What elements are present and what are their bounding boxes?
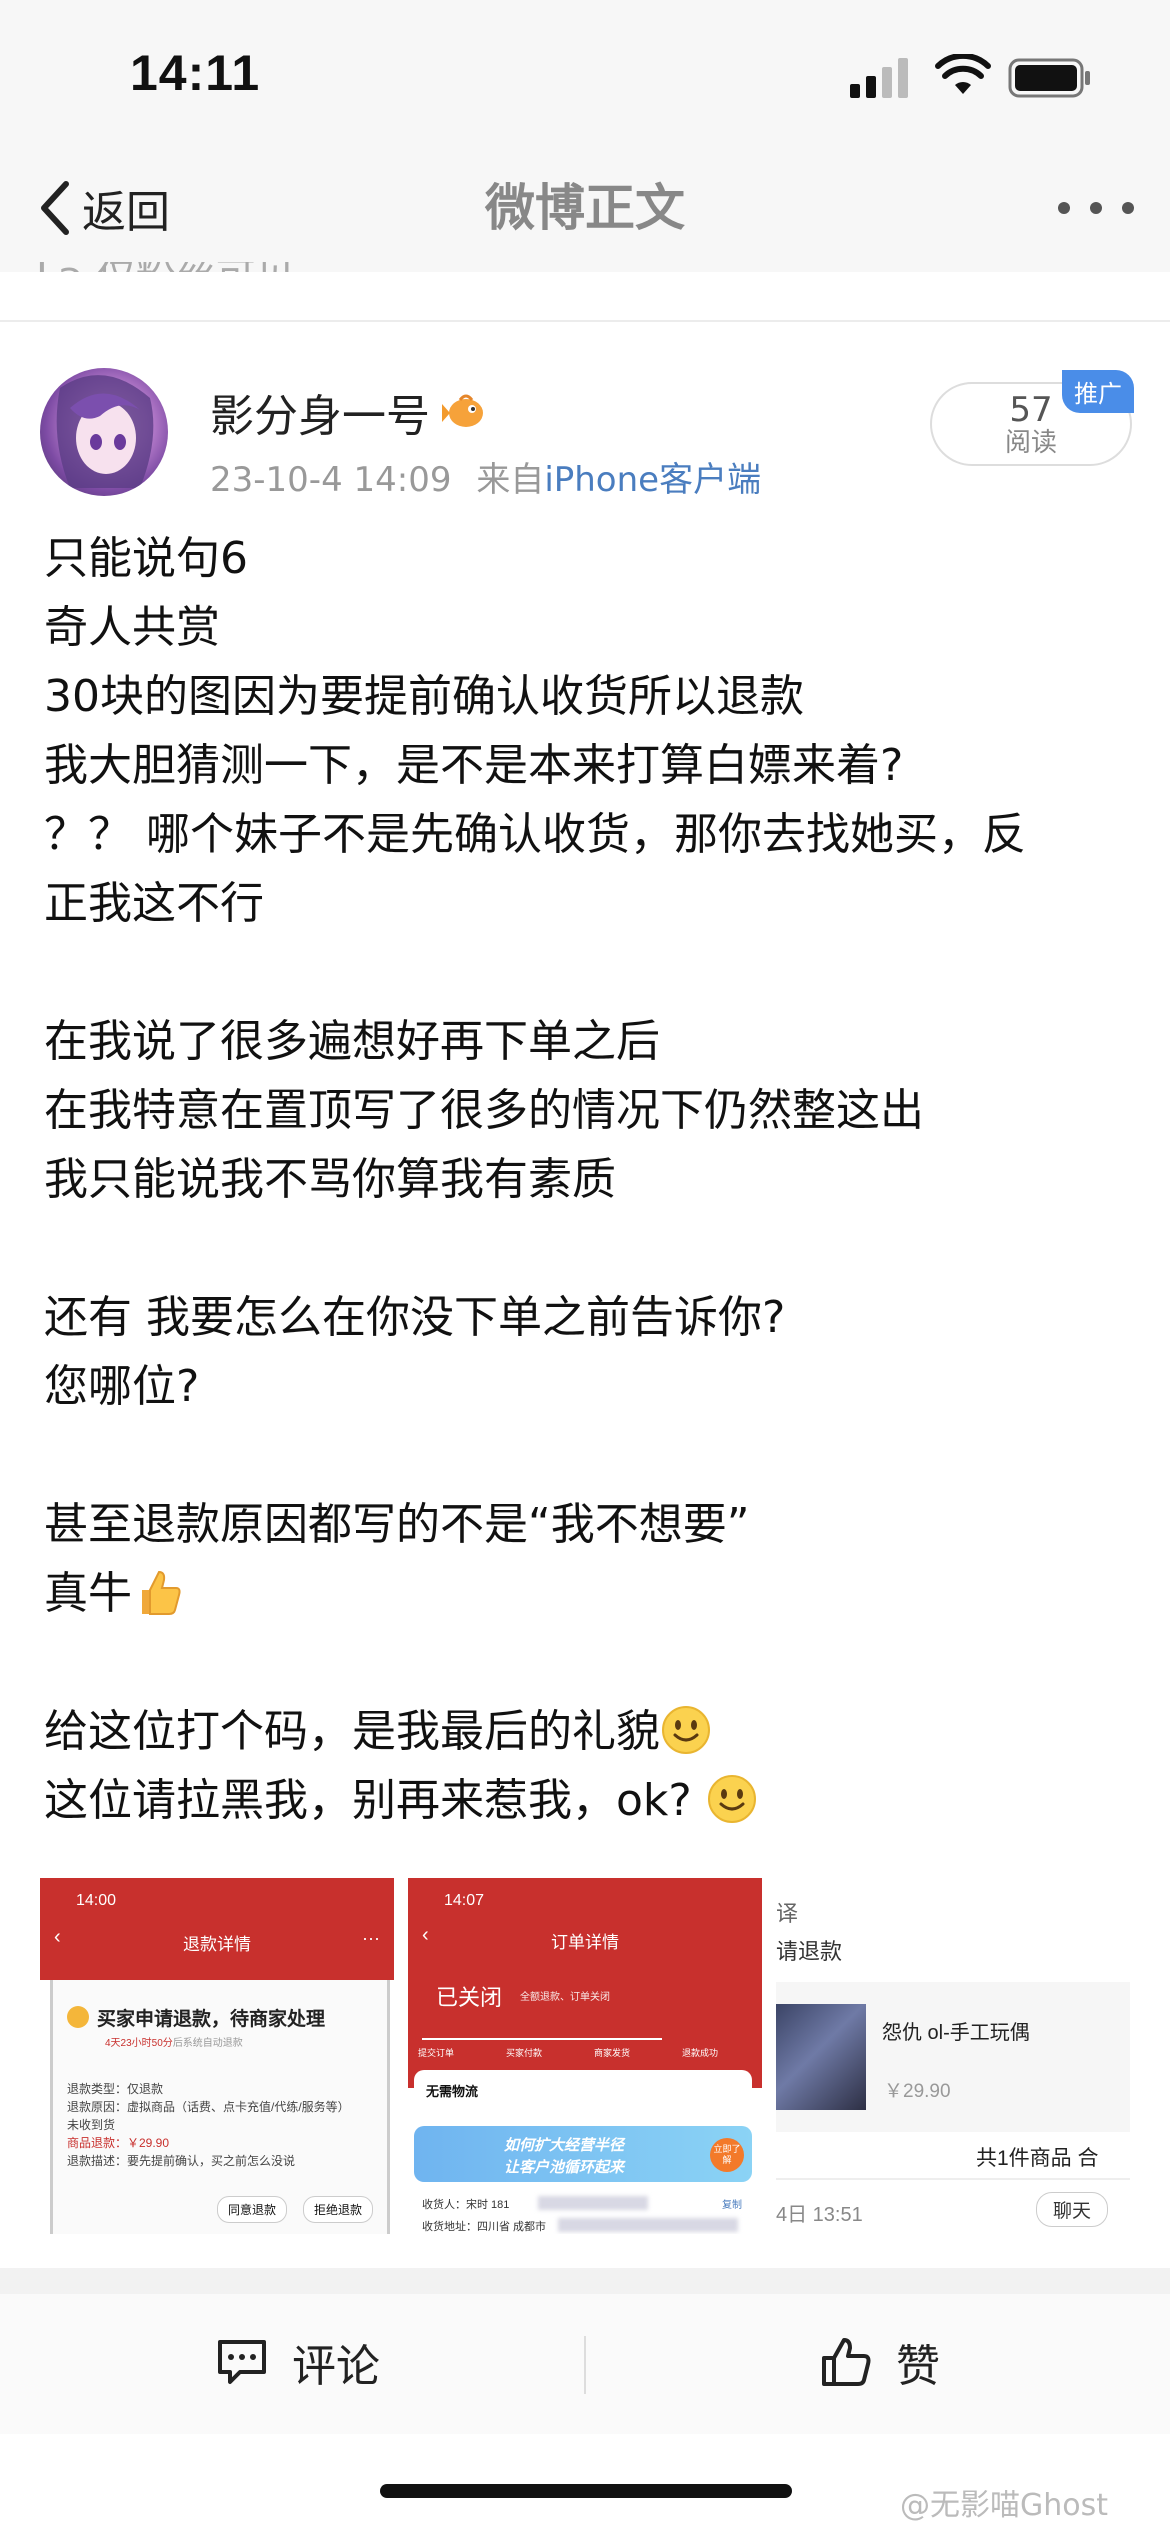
dot-icon bbox=[1058, 202, 1070, 214]
post-image-3[interactable]: 译 请退款 怨仇 ol-手工玩偶 ￥29.90 共1件商品 合 4日 13:51… bbox=[776, 1878, 1130, 2234]
post-image-2[interactable]: 14:07 订单详情 ‹ 已关闭 全额退款、订单关闭 提交订单 买家付款 商家发货退… bbox=[408, 1878, 762, 2234]
post-line: ？？ 哪个妹子不是先确认收货，那你去找她买，反 bbox=[44, 809, 1026, 860]
post-line: 我只能说我不骂你算我有素质 bbox=[44, 1154, 616, 1205]
thumbs-up-emoji-icon bbox=[132, 1568, 184, 1619]
image-header: 14:00 退款详情 ‹ ··· bbox=[40, 1878, 394, 1980]
post-timestamp: 23-10-4 14:09 bbox=[210, 460, 452, 500]
ad-banner: 如何扩大经营半径 让客户池循环起来 立即了解 bbox=[414, 2126, 752, 2182]
avatar[interactable] bbox=[40, 368, 168, 496]
source-prefix: 来自 bbox=[476, 460, 545, 500]
watermark: @无影喵Ghost bbox=[900, 2488, 1109, 2523]
post-source-link[interactable]: iPhone客户端 bbox=[544, 460, 761, 500]
status-time: 14:11 bbox=[130, 45, 261, 101]
smile-emoji-icon bbox=[660, 1706, 712, 1757]
smile-emoji-icon bbox=[706, 1775, 758, 1826]
post-line: 给这位打个码，是我最后的礼貌 bbox=[44, 1697, 1134, 1766]
post-image-1[interactable]: 14:00 退款详情 ‹ ··· 买家申请退款，待商家处理 4天23小时50分后… bbox=[40, 1878, 394, 2234]
read-label: 阅读 bbox=[1004, 428, 1057, 458]
post-line: 在我说了很多遍想好再下单之后 bbox=[44, 1016, 660, 1067]
comment-icon bbox=[218, 2340, 266, 2384]
promotion-badge[interactable]: 推广 bbox=[1062, 370, 1134, 413]
home-indicator bbox=[380, 2484, 792, 2498]
nav-bar bbox=[0, 150, 1170, 273]
author-name[interactable]: 影分身一号 bbox=[210, 380, 488, 444]
fan-badge-icon bbox=[442, 394, 483, 427]
reject-refund-button: 拒绝退款 bbox=[303, 2196, 374, 2223]
clock-icon bbox=[67, 2006, 89, 2028]
post-line: 在我特意在置顶写了很多的情况下仍然整这出 bbox=[44, 1085, 924, 1136]
post-line: 还有 我要怎么在你没下单之前告诉你? bbox=[44, 1292, 786, 1343]
like-button[interactable]: 赞 bbox=[820, 2330, 940, 2394]
more-options-button[interactable] bbox=[1058, 178, 1134, 238]
divider bbox=[0, 320, 1170, 322]
comment-button[interactable]: 评论 bbox=[216, 2330, 380, 2394]
divider bbox=[0, 2268, 1170, 2294]
post-line: 您哪位? bbox=[44, 1361, 200, 1412]
post-meta: 23-10-4 14:09 来自iPhone客户端 bbox=[210, 452, 761, 501]
post-line: 奇人共赏 bbox=[44, 602, 220, 653]
divider bbox=[584, 2336, 586, 2394]
redaction bbox=[538, 2196, 648, 2210]
order-steps: 提交订单 买家付款 商家发货 退款成功 bbox=[418, 2048, 718, 2058]
back-label: 返回 bbox=[82, 187, 170, 238]
image-header: 14:07 订单详情 ‹ 已关闭 全额退款、订单关闭 提交订单 买家付款 商家发货退… bbox=[408, 1878, 762, 2088]
post-line: 我大胆猜测一下，是不是本来打算白嫖来着? bbox=[44, 740, 904, 791]
post-line: 正我这不行 bbox=[44, 878, 264, 929]
post-line: 30块的图因为要提前确认收货所以退款 bbox=[44, 671, 804, 722]
dot-icon bbox=[1090, 202, 1102, 214]
dot-icon bbox=[1122, 202, 1134, 214]
post-line: 甚至退款原因都写的不是“我不想要” bbox=[44, 1499, 750, 1550]
content-background bbox=[0, 272, 1170, 322]
product-card: 怨仇 ol-手工玩偶 ￥29.90 bbox=[776, 1982, 1130, 2132]
wifi-icon bbox=[935, 54, 991, 94]
back-button[interactable]: 返回 bbox=[36, 178, 170, 238]
chat-button: 聊天 bbox=[1036, 2192, 1109, 2227]
battery-icon bbox=[1008, 58, 1090, 98]
thumbs-up-icon bbox=[822, 2338, 871, 2386]
post-text: 只能说句6 奇人共赏 30块的图因为要提前确认收货所以退款我大胆猜测一下，是不是本来… bbox=[44, 524, 1134, 1835]
cellular-signal-icon bbox=[850, 58, 908, 98]
progress-line bbox=[422, 2038, 662, 2040]
product-thumbnail bbox=[776, 2004, 866, 2110]
post-line: 只能说句6 bbox=[44, 533, 248, 584]
post-line: 真牛 bbox=[44, 1559, 1134, 1628]
redaction bbox=[558, 2218, 738, 2232]
post-line: 这位请拉黑我，别再来惹我，ok? bbox=[44, 1766, 1134, 1835]
agree-refund-button: 同意退款 bbox=[217, 2196, 288, 2223]
chevron-left-icon bbox=[41, 181, 69, 235]
avatar-art-icon bbox=[56, 375, 154, 488]
